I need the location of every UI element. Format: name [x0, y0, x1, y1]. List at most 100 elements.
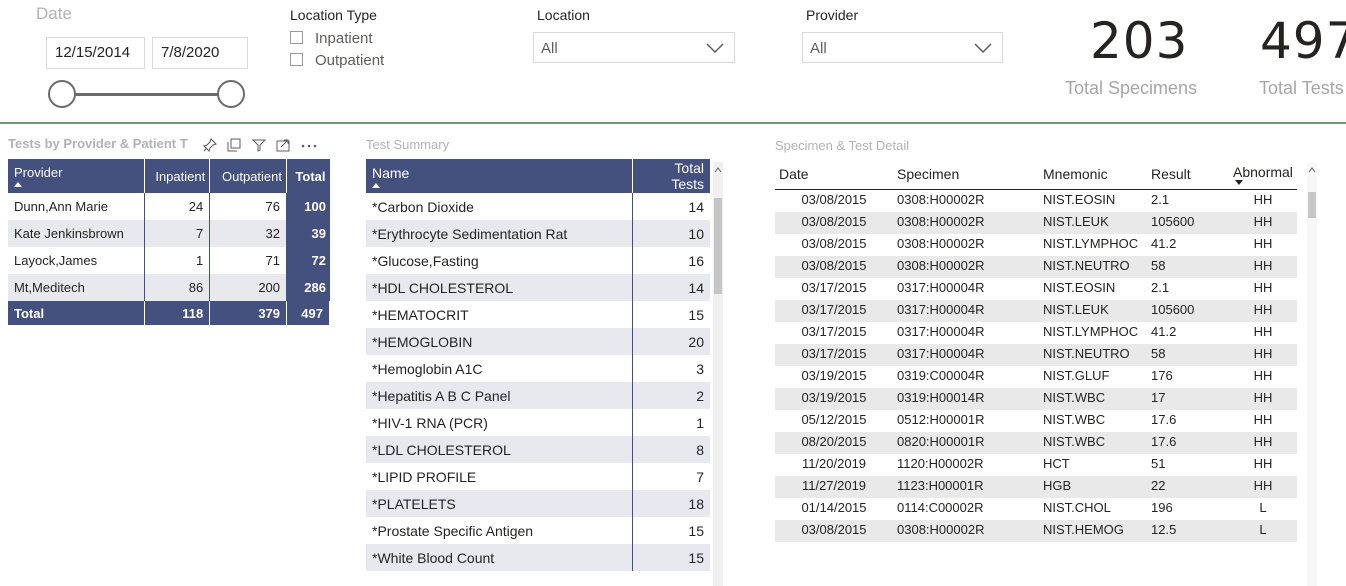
col-date[interactable]: Date	[775, 159, 893, 190]
table-row[interactable]: Mt,Meditech 86 200 286	[8, 274, 330, 301]
test-total: 14	[632, 274, 710, 301]
pin-icon[interactable]	[202, 137, 218, 153]
table-row[interactable]: 03/19/2015 0319:H00014R NIST.WBC 17 HH	[775, 388, 1297, 410]
table-row[interactable]: 03/17/2015 0317:H00004R NIST.NEUTRO 58 H…	[775, 344, 1297, 366]
table-row[interactable]: Layock,James 1 71 72	[8, 247, 330, 274]
inpatient-label[interactable]: Inpatient	[315, 30, 373, 47]
detail-specimen: 0114:C00002R	[897, 500, 984, 515]
col-specimen[interactable]: Specimen	[893, 159, 1039, 190]
detail-mnemonic: NIST.CHOL	[1043, 500, 1111, 515]
location-value: All	[541, 40, 558, 57]
col-mnemonic[interactable]: Mnemonic	[1039, 159, 1147, 190]
table-row[interactable]: *HEMATOCRIT 15	[366, 301, 710, 328]
inpatient-checkbox[interactable]	[290, 31, 303, 44]
table-row[interactable]: 03/17/2015 0317:H00004R NIST.EOSIN 2.1 H…	[775, 278, 1297, 300]
table-row[interactable]: 03/17/2015 0317:H00004R NIST.LEUK 105600…	[775, 300, 1297, 322]
table-row[interactable]: 08/20/2015 0820:H00001R NIST.WBC 17.6 HH	[775, 432, 1297, 454]
detail-date: 03/08/2015	[775, 256, 893, 278]
detail-abnormal: HH	[1253, 456, 1273, 471]
focus-mode-icon[interactable]	[276, 138, 290, 152]
detail-abnormal: HH	[1229, 256, 1297, 278]
filter-icon[interactable]	[251, 138, 267, 152]
table-row[interactable]: *LIPID PROFILE 7	[366, 463, 710, 490]
col-total[interactable]: Total	[286, 159, 330, 193]
test-name: *PLATELETS	[366, 490, 633, 517]
table-row[interactable]: Kate Jenkinsbrown 7 32 39	[8, 220, 330, 247]
location-dropdown[interactable]: All	[533, 32, 735, 63]
detail-date: 03/08/2015	[801, 192, 867, 207]
table-row[interactable]: 03/17/2015 0317:H00004R NIST.LYMPHOC 41.…	[775, 322, 1297, 344]
detail-mnemonic: NIST.EOSIN	[1043, 192, 1116, 207]
detail-scrollbar[interactable]	[1307, 162, 1317, 586]
table-row[interactable]: 03/19/2015 0319:C00004R NIST.GLUF 176 HH	[775, 366, 1297, 388]
detail-mnemonic: NIST.NEUTRO	[1039, 256, 1147, 278]
start-date-input[interactable]: 12/15/2014	[46, 37, 145, 69]
table-row[interactable]: Dunn,Ann Marie 24 76 100	[8, 193, 330, 220]
scroll-thumb[interactable]	[1308, 192, 1316, 218]
col-total-tests[interactable]: Total Tests	[632, 159, 710, 193]
detail-date: 05/12/2015	[801, 412, 867, 427]
test-total: 2	[632, 382, 710, 409]
outpatient-label[interactable]: Outpatient	[315, 52, 384, 69]
copy-icon[interactable]	[227, 138, 241, 152]
table-row[interactable]: *HDL CHOLESTEROL 14	[366, 274, 710, 301]
detail-result: 2.1	[1151, 192, 1170, 207]
detail-date: 03/08/2015	[775, 212, 893, 234]
scroll-up-icon[interactable]	[1307, 165, 1317, 175]
location-type-title: Location Type	[290, 7, 377, 23]
header-divider	[0, 122, 1346, 124]
detail-mnemonic: NIST.LYMPHOC	[1043, 324, 1139, 339]
col-outpatient[interactable]: Outpatient	[209, 159, 288, 193]
table-row[interactable]: *Prostate Specific Antigen 15	[366, 517, 710, 544]
table-row[interactable]: *White Blood Count 15	[366, 544, 710, 571]
table-row[interactable]: 03/08/2015 0308:H00002R NIST.HEMOG 12.5 …	[775, 520, 1297, 542]
test-name: *Glucose,Fasting	[372, 252, 479, 269]
detail-date: 03/08/2015	[775, 520, 893, 542]
end-date-input[interactable]: 7/8/2020	[152, 37, 248, 69]
detail-mnemonic: NIST.NEUTRO	[1039, 344, 1147, 366]
table-row[interactable]: 05/12/2015 0512:H00001R NIST.WBC 17.6 HH	[775, 410, 1297, 432]
detail-abnormal: HH	[1229, 388, 1297, 410]
table-row[interactable]: *Glucose,Fasting 16	[366, 247, 710, 274]
table-row[interactable]: *Hemoglobin A1C 3	[366, 355, 710, 382]
table-row[interactable]: 03/08/2015 0308:H00002R NIST.LYMPHOC 41.…	[775, 234, 1297, 256]
scroll-thumb[interactable]	[714, 198, 722, 294]
scroll-up-icon[interactable]	[713, 165, 723, 175]
col-inpatient[interactable]: Inpatient	[144, 159, 211, 193]
table-row[interactable]: *HEMOGLOBIN 20	[366, 328, 710, 355]
outpatient-checkbox[interactable]	[290, 53, 303, 66]
detail-result: 17.6	[1147, 432, 1229, 454]
col-result[interactable]: Result	[1147, 159, 1229, 190]
table-row[interactable]: 03/08/2015 0308:H00002R NIST.NEUTRO 58 H…	[775, 256, 1297, 278]
table-row[interactable]: 11/27/2019 1123:H00001R HGB 22 HH	[775, 476, 1297, 498]
table-row[interactable]: *Hepatitis A B C Panel 2	[366, 382, 710, 409]
table-row[interactable]: *PLATELETS 18	[366, 490, 710, 517]
provider-matrix-table: Provider Inpatient Outpatient Total Dunn…	[8, 159, 330, 325]
start-date-handle[interactable]	[48, 80, 76, 108]
table-row[interactable]: *HIV-1 RNA (PCR) 1	[366, 409, 710, 436]
table-row[interactable]: 01/14/2015 0114:C00002R NIST.CHOL 196 L	[775, 498, 1297, 520]
date-range-track[interactable]	[62, 93, 232, 96]
detail-specimen: 0512:H00001R	[897, 412, 985, 427]
test-summary-scrollbar[interactable]	[713, 162, 723, 586]
end-date-handle[interactable]	[217, 80, 245, 108]
table-row[interactable]: *LDL CHOLESTEROL 8	[366, 436, 710, 463]
table-row[interactable]: 11/20/2019 1120:H00002R HCT 51 HH	[775, 454, 1297, 476]
table-row[interactable]: 03/08/2015 0308:H00002R NIST.EOSIN 2.1 H…	[775, 190, 1297, 213]
grand-total-row: Total 118 379 497	[8, 301, 330, 325]
test-name: *LIPID PROFILE	[372, 468, 477, 485]
detail-result: 17	[1147, 388, 1229, 410]
detail-specimen: 0319:H00014R	[893, 388, 1039, 410]
col-abnormal[interactable]: Abnormal	[1229, 159, 1297, 190]
table-row[interactable]: *Carbon Dioxide 14	[366, 193, 710, 220]
col-name[interactable]: Name	[366, 159, 633, 193]
test-total: 3	[632, 355, 710, 382]
table-row[interactable]: *Erythrocyte Sedimentation Rat 10	[366, 220, 710, 247]
more-options-icon[interactable]	[301, 138, 317, 152]
detail-specimen: 0308:H00002R	[897, 192, 985, 207]
table-row[interactable]: 03/08/2015 0308:H00002R NIST.LEUK 105600…	[775, 212, 1297, 234]
detail-abnormal: HH	[1253, 192, 1273, 207]
col-provider[interactable]: Provider	[8, 159, 145, 193]
chevron-down-icon	[706, 43, 724, 54]
provider-dropdown[interactable]: All	[802, 32, 1003, 63]
